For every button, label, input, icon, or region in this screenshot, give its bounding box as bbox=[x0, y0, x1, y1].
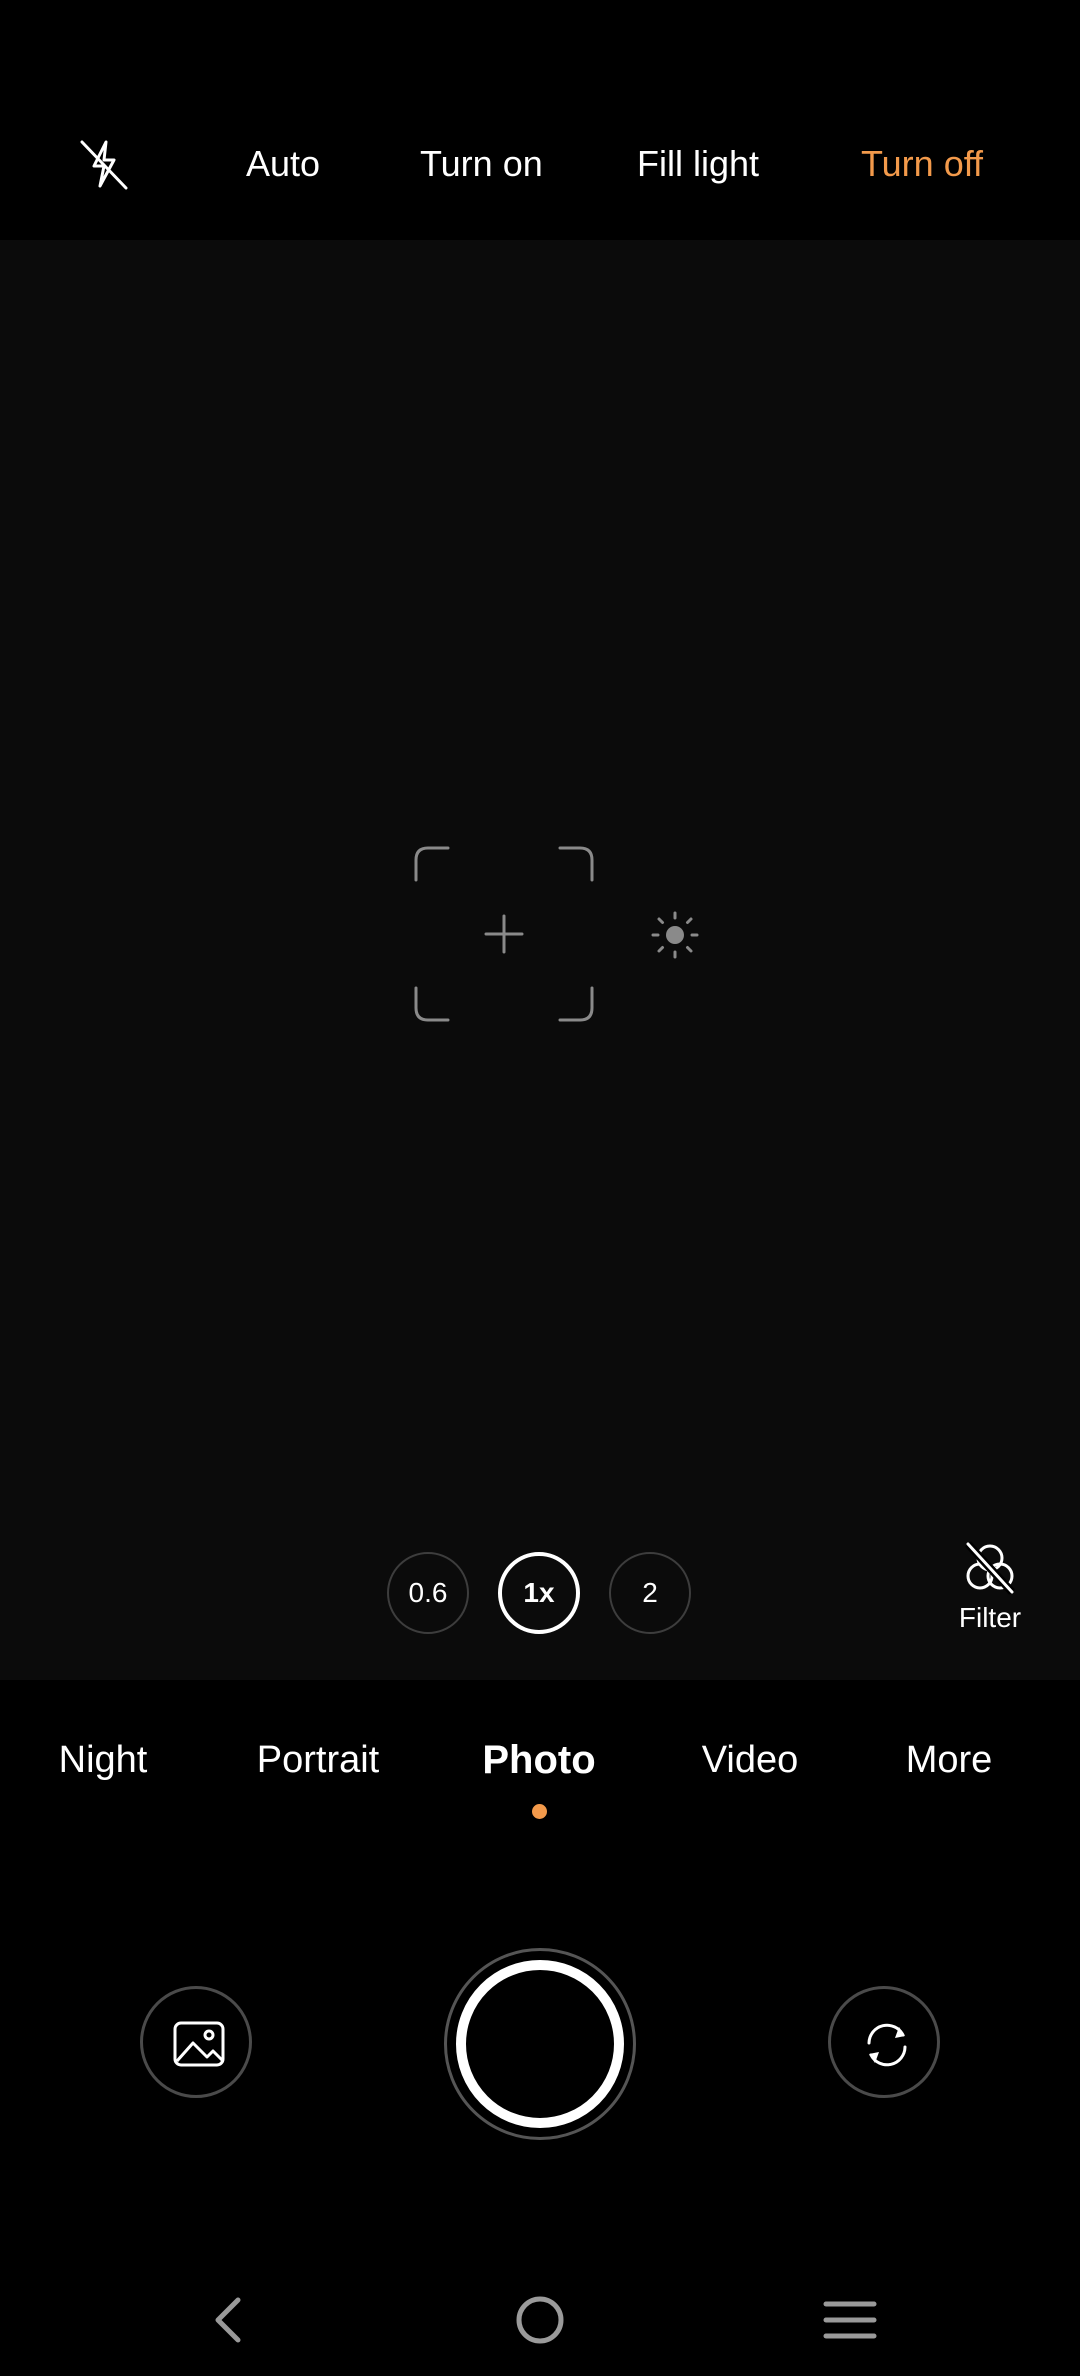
zoom-0-6-button[interactable]: 0.6 bbox=[387, 1552, 469, 1634]
mode-video[interactable]: Video bbox=[702, 1736, 799, 1784]
gallery-button[interactable] bbox=[140, 1986, 252, 2098]
filter-button[interactable]: Filter bbox=[940, 1536, 1040, 1636]
focus-frame-icon bbox=[414, 846, 594, 1022]
switch-camera-icon bbox=[867, 2023, 907, 2067]
flash-off-icon[interactable] bbox=[72, 132, 136, 196]
menu-icon[interactable] bbox=[820, 2290, 880, 2350]
zoom-2-button[interactable]: 2 bbox=[609, 1552, 691, 1634]
switch-camera-button[interactable] bbox=[828, 1986, 940, 2098]
filter-off-icon bbox=[965, 1541, 1015, 1595]
shutter-button[interactable] bbox=[456, 1960, 624, 2128]
gallery-icon bbox=[173, 2021, 225, 2067]
filter-label: Filter bbox=[958, 1602, 1022, 1633]
flash-bar: Auto Turn on Fill light Turn off bbox=[0, 0, 1080, 240]
zoom-1x-button[interactable]: 1x bbox=[498, 1552, 580, 1634]
mode-portrait[interactable]: Portrait bbox=[257, 1736, 379, 1784]
exposure-sun-icon[interactable] bbox=[650, 910, 700, 960]
mode-more[interactable]: More bbox=[906, 1736, 993, 1784]
flash-option-turn-on[interactable]: Turn on bbox=[420, 140, 543, 188]
flash-option-turn-off[interactable]: Turn off bbox=[861, 140, 983, 188]
home-icon[interactable] bbox=[510, 2290, 570, 2350]
mode-night[interactable]: Night bbox=[59, 1736, 148, 1784]
flash-option-fill-light[interactable]: Fill light bbox=[637, 140, 759, 188]
mode-photo[interactable]: Photo bbox=[482, 1736, 595, 1784]
active-mode-indicator bbox=[532, 1804, 547, 1819]
back-icon[interactable] bbox=[200, 2290, 260, 2350]
flash-option-auto[interactable]: Auto bbox=[246, 140, 320, 188]
